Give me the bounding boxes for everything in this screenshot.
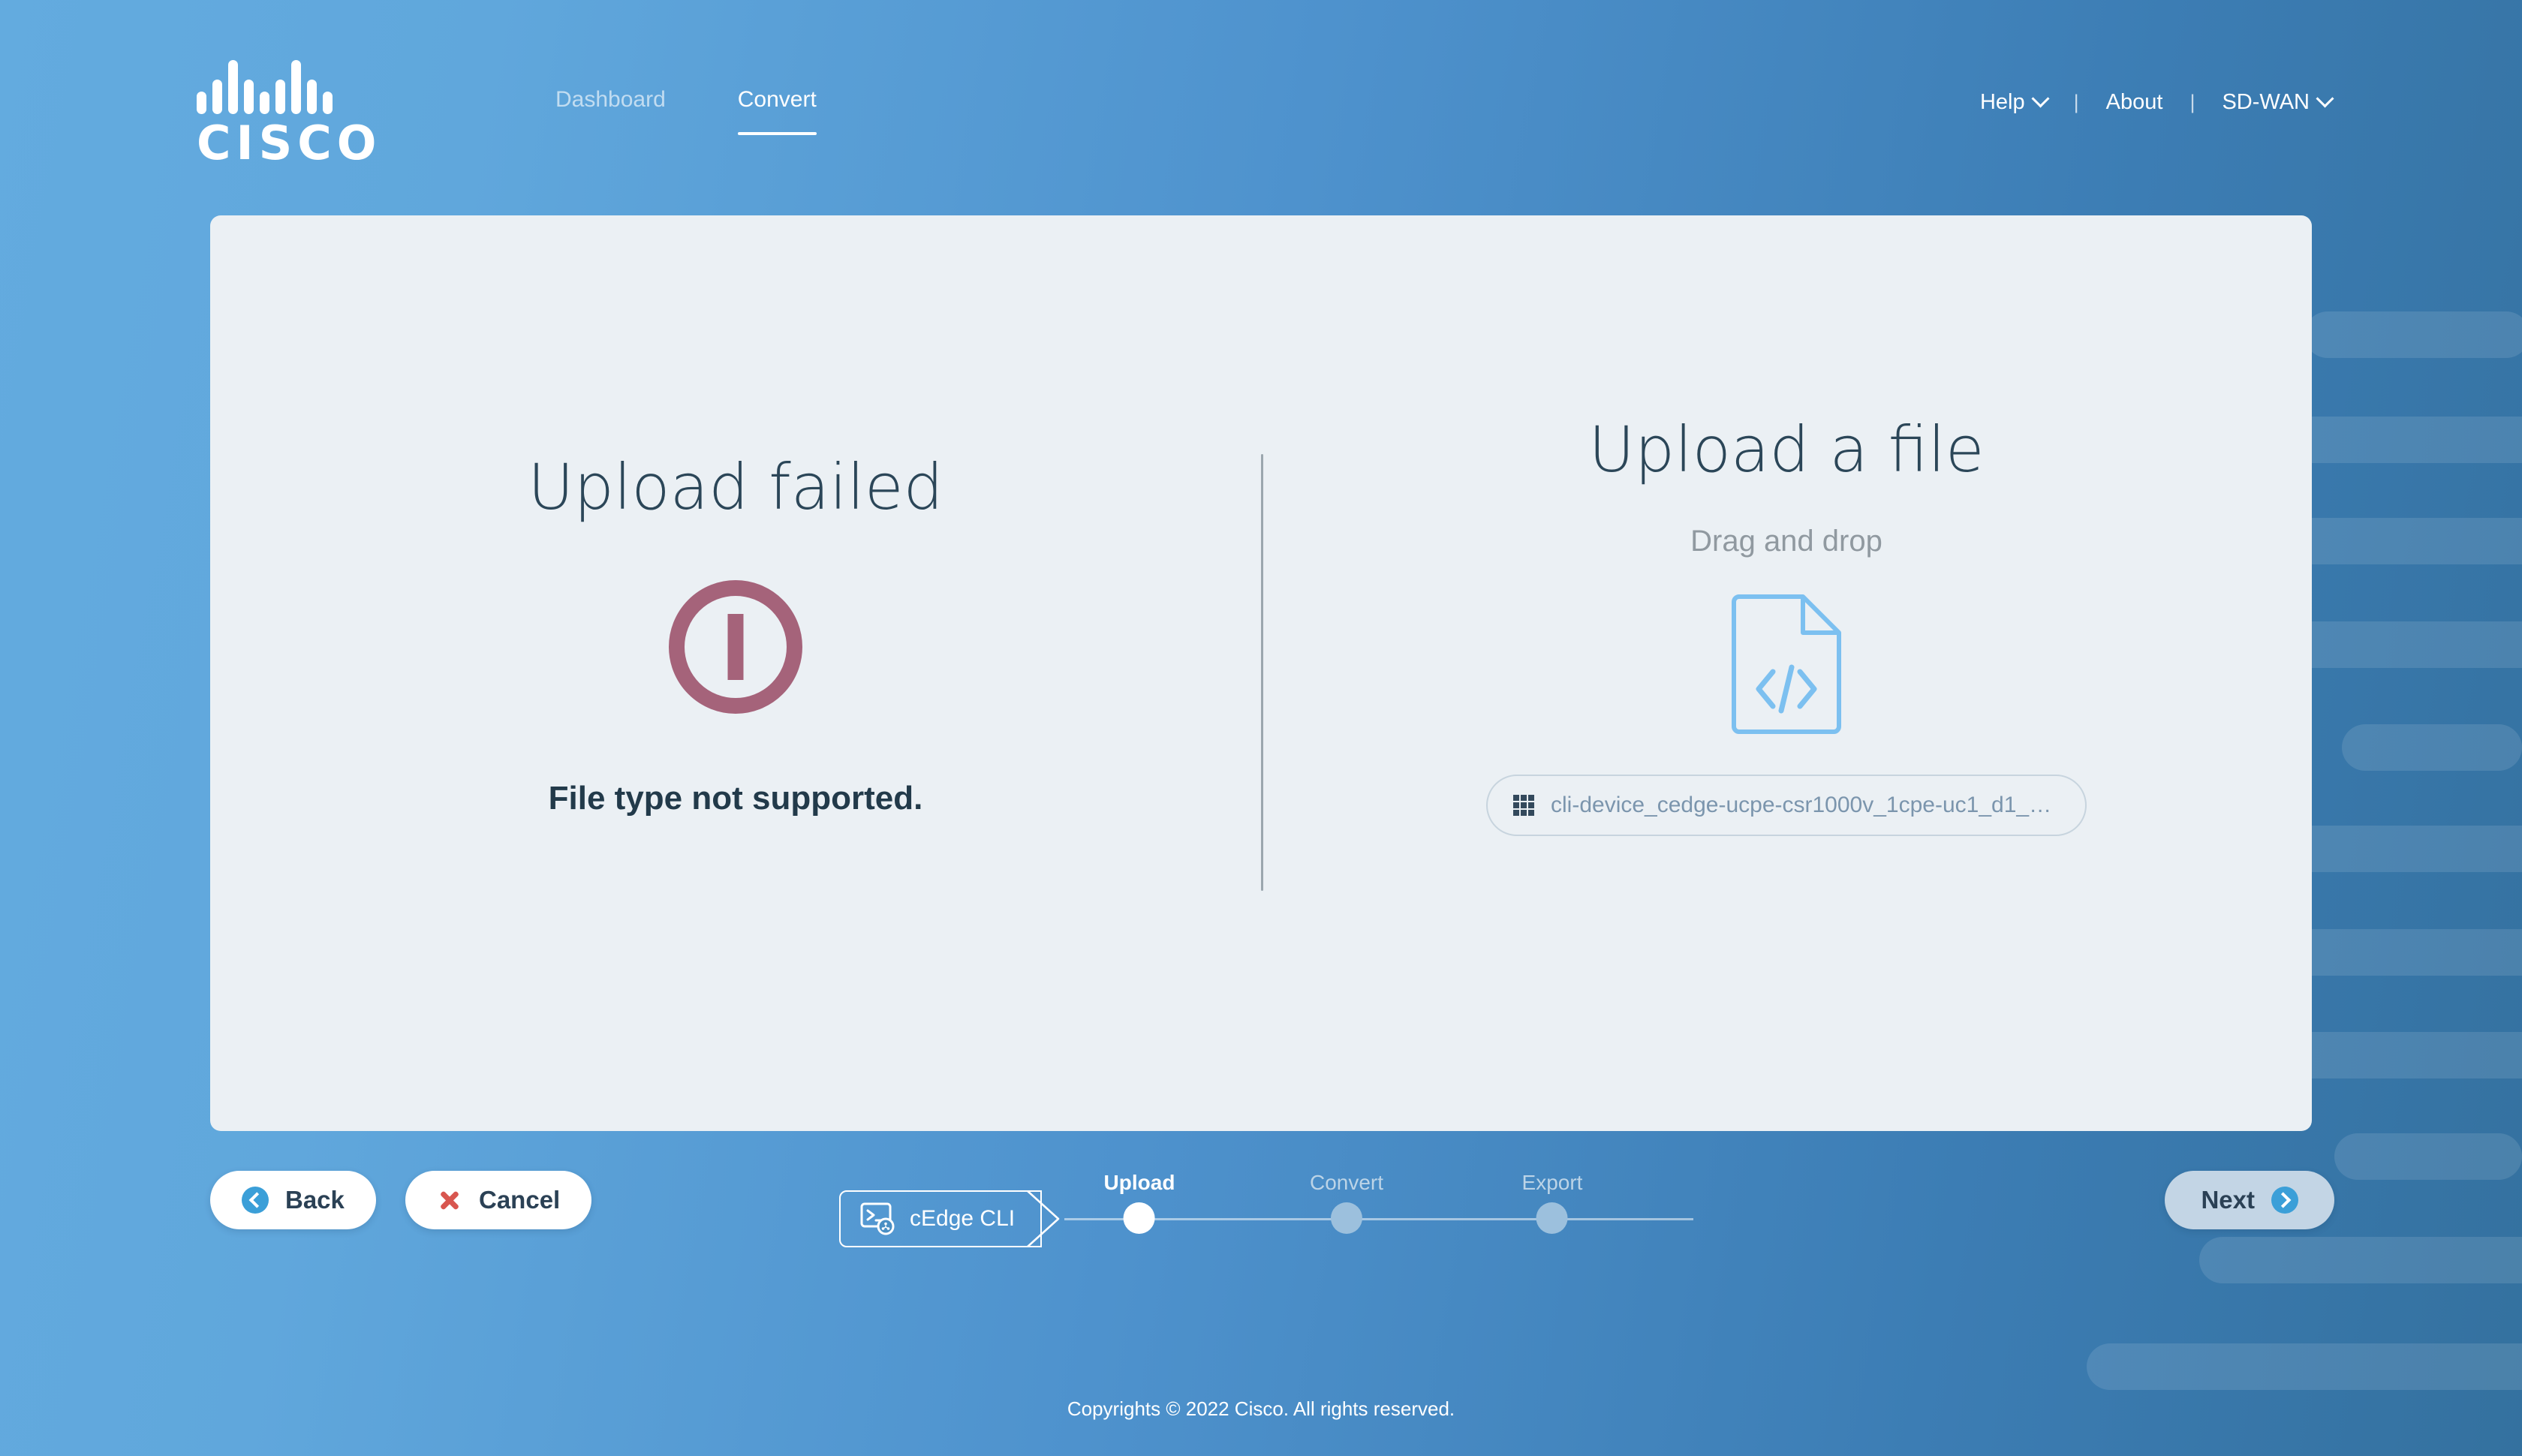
- upload-failed-message: File type not supported.: [548, 780, 923, 817]
- nav-about[interactable]: About: [2105, 90, 2165, 115]
- next-button-label: Next: [2201, 1186, 2255, 1214]
- grid-handle-icon: [1513, 795, 1534, 816]
- drag-and-drop-label: Drag and drop: [1690, 525, 1882, 558]
- app-header: CISCO Dashboard Convert Help | About | S…: [0, 0, 2522, 215]
- cancel-button-label: Cancel: [479, 1186, 561, 1214]
- selected-file-pill[interactable]: cli-device_cedge-ucpe-csr1000v_1cpe-uc1_…: [1486, 775, 2087, 836]
- code-file-icon[interactable]: [1730, 593, 1843, 736]
- copyright-text: Copyrights © 2022 Cisco. All rights rese…: [1067, 1397, 1455, 1420]
- step-convert-label: Convert: [1309, 1171, 1384, 1194]
- footer-controls: Back Cancel cEdge CLI Upload Convert Exp…: [0, 1171, 2522, 1276]
- cedge-cli-chip[interactable]: cEdge CLI: [839, 1190, 1042, 1247]
- cisco-logo-bar: [212, 80, 222, 114]
- tab-dashboard[interactable]: Dashboard: [555, 89, 666, 114]
- upload-failed-panel: Upload failed File type not supported.: [210, 215, 1261, 1131]
- upload-file-panel: Upload a file Drag and drop cli-device_c…: [1261, 215, 2312, 1131]
- exclamation-dot: [727, 662, 744, 680]
- chevron-down-icon: [2031, 89, 2050, 108]
- chevron-down-icon: [2316, 89, 2334, 108]
- selected-file-name: cli-device_cedge-ucpe-csr1000v_1cpe-uc1_…: [1551, 793, 2060, 817]
- cedge-cli-chip-label: cEdge CLI: [910, 1206, 1016, 1231]
- main-content-card: Upload failed File type not supported. U…: [210, 215, 2312, 1131]
- back-button-label: Back: [285, 1186, 345, 1214]
- decorative-bar: [2087, 1343, 2522, 1390]
- error-exclamation-circle-icon: [669, 580, 802, 714]
- terminal-device-icon: [860, 1202, 896, 1235]
- step-export-label: Export: [1521, 1171, 1583, 1194]
- cisco-logo-bar: [323, 92, 333, 114]
- decorative-bar: [2342, 724, 2522, 771]
- progress-stepper: cEdge CLI Upload Convert Export: [839, 1171, 1702, 1276]
- chevron-left-circle-icon: [242, 1187, 269, 1214]
- cisco-logo: CISCO: [197, 60, 422, 170]
- step-export[interactable]: Export: [1521, 1171, 1583, 1234]
- nav-help[interactable]: Help: [1979, 89, 2050, 115]
- nav-about-label: About: [2105, 90, 2163, 114]
- cisco-logo-bar: [260, 92, 269, 114]
- nav-separator-1: |: [2073, 91, 2079, 113]
- cisco-logo-bar: [307, 80, 317, 114]
- step-export-dot[interactable]: [1536, 1202, 1568, 1234]
- stepper-track: [1064, 1218, 1693, 1220]
- panel-divider: [1261, 454, 1263, 891]
- cisco-logo-bar: [228, 60, 238, 114]
- upload-failed-title: Upload failed: [528, 450, 943, 524]
- close-x-icon: [437, 1187, 462, 1213]
- nav-separator-2: |: [2189, 91, 2195, 113]
- upload-file-title: Upload a file: [1588, 413, 1985, 486]
- step-convert-dot[interactable]: [1330, 1202, 1362, 1234]
- back-button[interactable]: Back: [210, 1171, 376, 1229]
- chip-arrow-shape: [1025, 1189, 1063, 1249]
- cisco-logo-wordmark: CISCO: [197, 116, 382, 170]
- cisco-logo-bar: [244, 80, 254, 114]
- utility-nav: Help | About | SD-WAN: [1979, 89, 2334, 115]
- tab-convert[interactable]: Convert: [737, 89, 817, 135]
- decorative-bar: [2304, 311, 2522, 358]
- nav-help-label: Help: [1979, 90, 2025, 114]
- step-upload-dot[interactable]: [1123, 1202, 1155, 1234]
- nav-sdwan[interactable]: SD-WAN: [2220, 89, 2334, 115]
- nav-sdwan-label: SD-WAN: [2222, 90, 2310, 114]
- step-convert[interactable]: Convert: [1309, 1171, 1384, 1234]
- cisco-logo-bar: [197, 92, 206, 114]
- cisco-logo-bar: [275, 80, 285, 114]
- exclamation-stem: [727, 614, 744, 662]
- cisco-logo-bar: [291, 60, 301, 114]
- cancel-button[interactable]: Cancel: [405, 1171, 592, 1229]
- chevron-right-circle-icon: [2271, 1187, 2298, 1214]
- next-button[interactable]: Next: [2165, 1171, 2334, 1229]
- cisco-logo-bars: [197, 60, 419, 114]
- step-upload[interactable]: Upload: [1103, 1171, 1175, 1234]
- step-upload-label: Upload: [1103, 1171, 1175, 1194]
- main-nav: Dashboard Convert: [555, 89, 817, 135]
